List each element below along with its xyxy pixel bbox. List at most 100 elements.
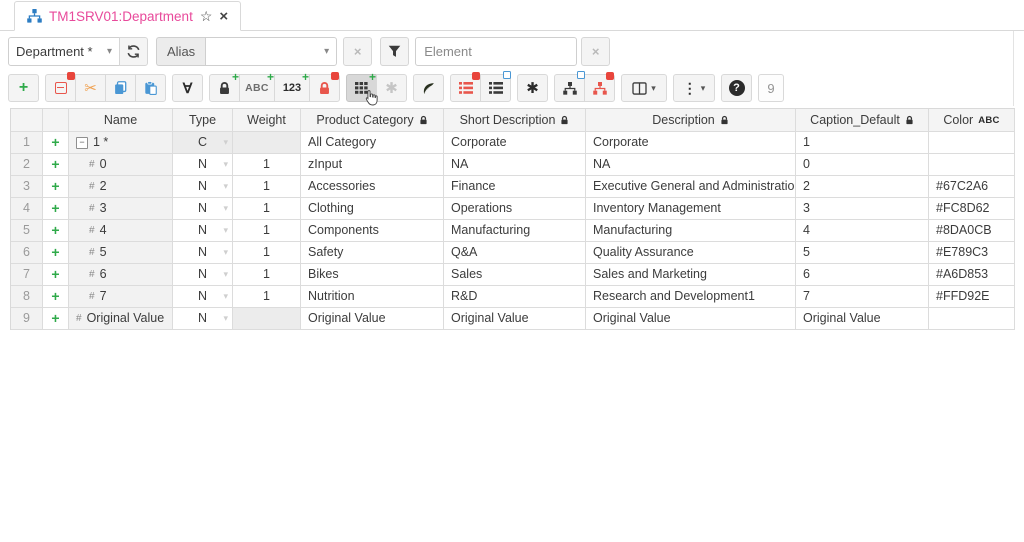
element-name-cell[interactable]: #4 [69, 220, 173, 242]
short-description-cell[interactable]: Operations [444, 198, 586, 220]
string-add-button[interactable]: ABC + [239, 74, 275, 102]
caption-default-cell[interactable]: 4 [796, 220, 929, 242]
color-cell[interactable]: #A6D853 [929, 264, 1015, 286]
refresh-button[interactable] [119, 37, 148, 66]
element-search-input[interactable] [415, 37, 577, 66]
alias-select[interactable]: ▾ [205, 37, 337, 66]
short-description-cell[interactable]: NA [444, 154, 586, 176]
short-description-cell[interactable]: Q&A [444, 242, 586, 264]
color-cell[interactable]: #67C2A6 [929, 176, 1015, 198]
color-cell[interactable]: #FC8D62 [929, 198, 1015, 220]
element-type-cell[interactable]: N▾ [173, 286, 233, 308]
insert-element-cell[interactable]: + [43, 132, 69, 154]
product-category-cell[interactable]: Accessories [301, 176, 444, 198]
caption-default-cell[interactable]: 6 [796, 264, 929, 286]
product-category-cell[interactable]: Components [301, 220, 444, 242]
short-description-cell[interactable]: Manufacturing [444, 220, 586, 242]
element-name-cell[interactable]: #0 [69, 154, 173, 176]
element-name-cell[interactable]: #6 [69, 264, 173, 286]
color-cell[interactable]: #8DA0CB [929, 220, 1015, 242]
clear-alias-button[interactable]: × [343, 37, 372, 66]
short-description-cell[interactable]: Sales [444, 264, 586, 286]
lock-add-button[interactable]: + [209, 74, 240, 102]
element-type-cell[interactable]: N▾ [173, 198, 233, 220]
more-options-button[interactable]: ⋮ ▾ [673, 74, 715, 102]
columns-toggle-button[interactable]: ▾ [621, 74, 667, 102]
insert-element-cell[interactable]: + [43, 308, 69, 330]
row-number[interactable]: 6 [11, 242, 43, 264]
element-type-cell[interactable]: C▾ [173, 132, 233, 154]
type-caret-icon[interactable]: ▾ [223, 242, 228, 263]
type-caret-icon[interactable]: ▾ [223, 176, 228, 197]
weight-cell[interactable]: 1 [233, 198, 301, 220]
description-cell[interactable]: Quality Assurance [586, 242, 796, 264]
type-caret-icon[interactable]: ▾ [223, 220, 228, 241]
caption-default-cell[interactable]: Original Value [796, 308, 929, 330]
add-element-button[interactable]: + [8, 74, 39, 102]
filter-button[interactable] [380, 37, 409, 66]
description-cell[interactable]: Inventory Management [586, 198, 796, 220]
weight-cell[interactable]: 1 [233, 220, 301, 242]
row-number[interactable]: 7 [11, 264, 43, 286]
element-name-cell[interactable]: #7 [69, 286, 173, 308]
weight-cell[interactable]: 1 [233, 286, 301, 308]
row-number[interactable]: 2 [11, 154, 43, 176]
caption-default-cell[interactable]: 7 [796, 286, 929, 308]
element-type-cell[interactable]: N▾ [173, 264, 233, 286]
row-number[interactable]: 1 [11, 132, 43, 154]
caption-default-cell[interactable]: 2 [796, 176, 929, 198]
type-caret-icon[interactable]: ▾ [223, 198, 228, 219]
element-name-cell[interactable]: #3 [69, 198, 173, 220]
copy-button[interactable] [105, 74, 136, 102]
description-cell[interactable]: Sales and Marketing [586, 264, 796, 286]
help-button[interactable]: ? [721, 74, 752, 102]
paste-button[interactable] [135, 74, 166, 102]
insert-element-cell[interactable]: + [43, 264, 69, 286]
type-caret-icon[interactable]: ▾ [223, 308, 228, 329]
short-description-cell[interactable]: R&D [444, 286, 586, 308]
product-category-cell[interactable]: Clothing [301, 198, 444, 220]
insert-element-cell[interactable]: + [43, 198, 69, 220]
select-all-button[interactable]: ∀ [172, 74, 203, 102]
row-number[interactable]: 9 [11, 308, 43, 330]
subset-delete-button[interactable] [450, 74, 481, 102]
element-name-cell[interactable]: #5 [69, 242, 173, 264]
caption-default-cell[interactable]: 0 [796, 154, 929, 176]
product-category-cell[interactable]: Original Value [301, 308, 444, 330]
caption-default-cell[interactable]: 1 [796, 132, 929, 154]
product-category-cell[interactable]: Safety [301, 242, 444, 264]
collapse-expander-icon[interactable]: − [76, 137, 88, 149]
weight-cell[interactable]: 1 [233, 154, 301, 176]
short-description-cell[interactable]: Finance [444, 176, 586, 198]
weight-cell[interactable]: 1 [233, 264, 301, 286]
insert-element-cell[interactable]: + [43, 176, 69, 198]
clear-element-button[interactable]: × [581, 37, 610, 66]
element-name-cell[interactable]: −1 * [69, 132, 173, 154]
element-type-cell[interactable]: N▾ [173, 308, 233, 330]
insert-element-cell[interactable]: + [43, 242, 69, 264]
caption-default-cell[interactable]: 3 [796, 198, 929, 220]
lock-delete-button[interactable] [309, 74, 340, 102]
row-number[interactable]: 8 [11, 286, 43, 308]
color-cell[interactable]: #E789C3 [929, 242, 1015, 264]
description-cell[interactable]: NA [586, 154, 796, 176]
element-type-cell[interactable]: N▾ [173, 242, 233, 264]
weight-cell[interactable] [233, 308, 301, 330]
short-description-cell[interactable]: Original Value [444, 308, 586, 330]
caption-default-cell[interactable]: 5 [796, 242, 929, 264]
type-caret-icon[interactable]: ▾ [223, 286, 228, 307]
insert-element-cell[interactable]: + [43, 286, 69, 308]
row-number[interactable]: 3 [11, 176, 43, 198]
leaf-button[interactable] [413, 74, 444, 102]
weight-cell[interactable] [233, 132, 301, 154]
row-number[interactable]: 5 [11, 220, 43, 242]
element-name-cell[interactable]: #Original Value [69, 308, 173, 330]
product-category-cell[interactable]: All Category [301, 132, 444, 154]
description-cell[interactable]: Original Value [586, 308, 796, 330]
description-cell[interactable]: Corporate [586, 132, 796, 154]
numeric-add-button[interactable]: 123 + [274, 74, 310, 102]
weight-cell[interactable]: 1 [233, 242, 301, 264]
close-tab-icon[interactable]: × [219, 9, 228, 24]
type-caret-icon[interactable]: ▾ [223, 264, 228, 285]
description-cell[interactable]: Manufacturing [586, 220, 796, 242]
